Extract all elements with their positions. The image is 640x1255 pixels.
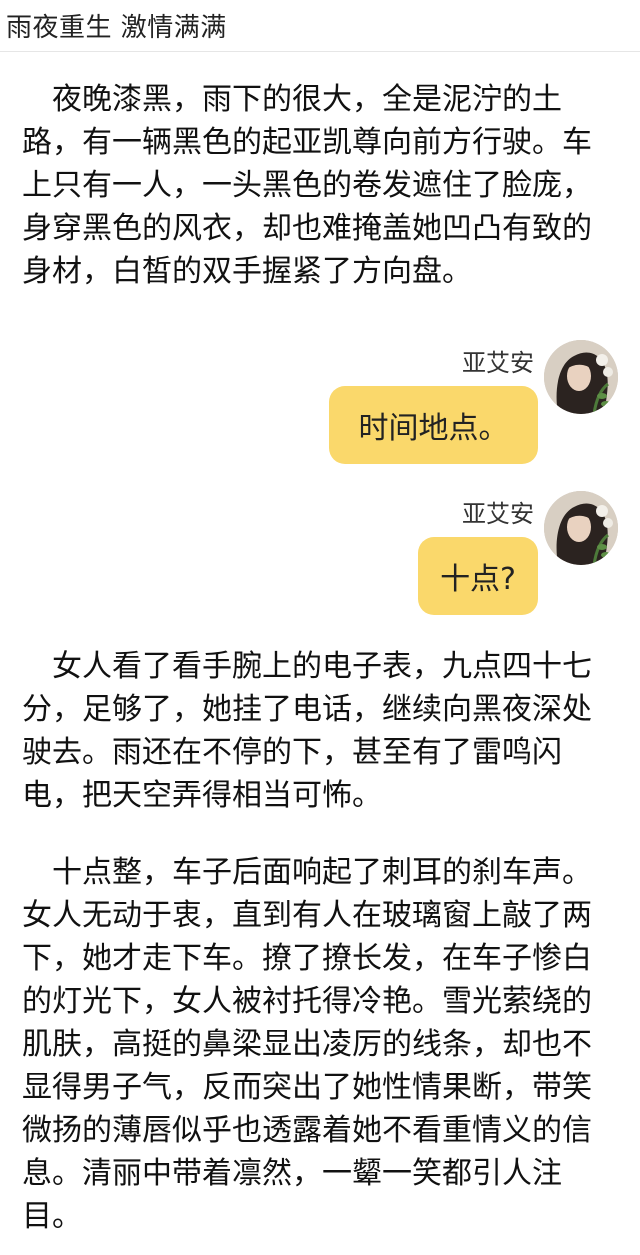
chat-bubble: 时间地点。 xyxy=(329,386,538,464)
avatar-image-icon xyxy=(544,491,618,565)
chat-message-2: 亚艾安 十点? xyxy=(22,484,618,615)
story-paragraph-2: 女人看了看手腕上的电子表，九点四十七分，足够了，她挂了电话，继续向黑夜深处驶去。… xyxy=(22,649,592,813)
sender-name: 亚艾安 xyxy=(462,500,534,528)
chat-message-1: 亚艾安 时间地点。 xyxy=(22,333,618,464)
top-bar: 雨夜重生 激情满满 xyxy=(0,0,640,52)
story-paragraph-1: 夜晚漆黑，雨下的很大，全是泥泞的土路，有一辆黑色的起亚凯尊向前方行驶。车上只有一… xyxy=(22,82,592,289)
story-content: 夜晚漆黑，雨下的很大，全是泥泞的土路，有一辆黑色的起亚凯尊向前方行驶。车上只有一… xyxy=(0,52,640,1238)
chat-bubble: 十点? xyxy=(418,537,538,615)
avatar[interactable] xyxy=(544,491,618,565)
avatar-image-icon xyxy=(544,340,618,414)
story-paragraph-3: 十点整，车子后面响起了刺耳的刹车声。女人无动于衷，直到有人在玻璃窗上敲了两下，她… xyxy=(22,855,592,1234)
avatar[interactable] xyxy=(544,340,618,414)
page-title: 雨夜重生 激情满满 xyxy=(6,13,227,43)
sender-name: 亚艾安 xyxy=(462,349,534,377)
